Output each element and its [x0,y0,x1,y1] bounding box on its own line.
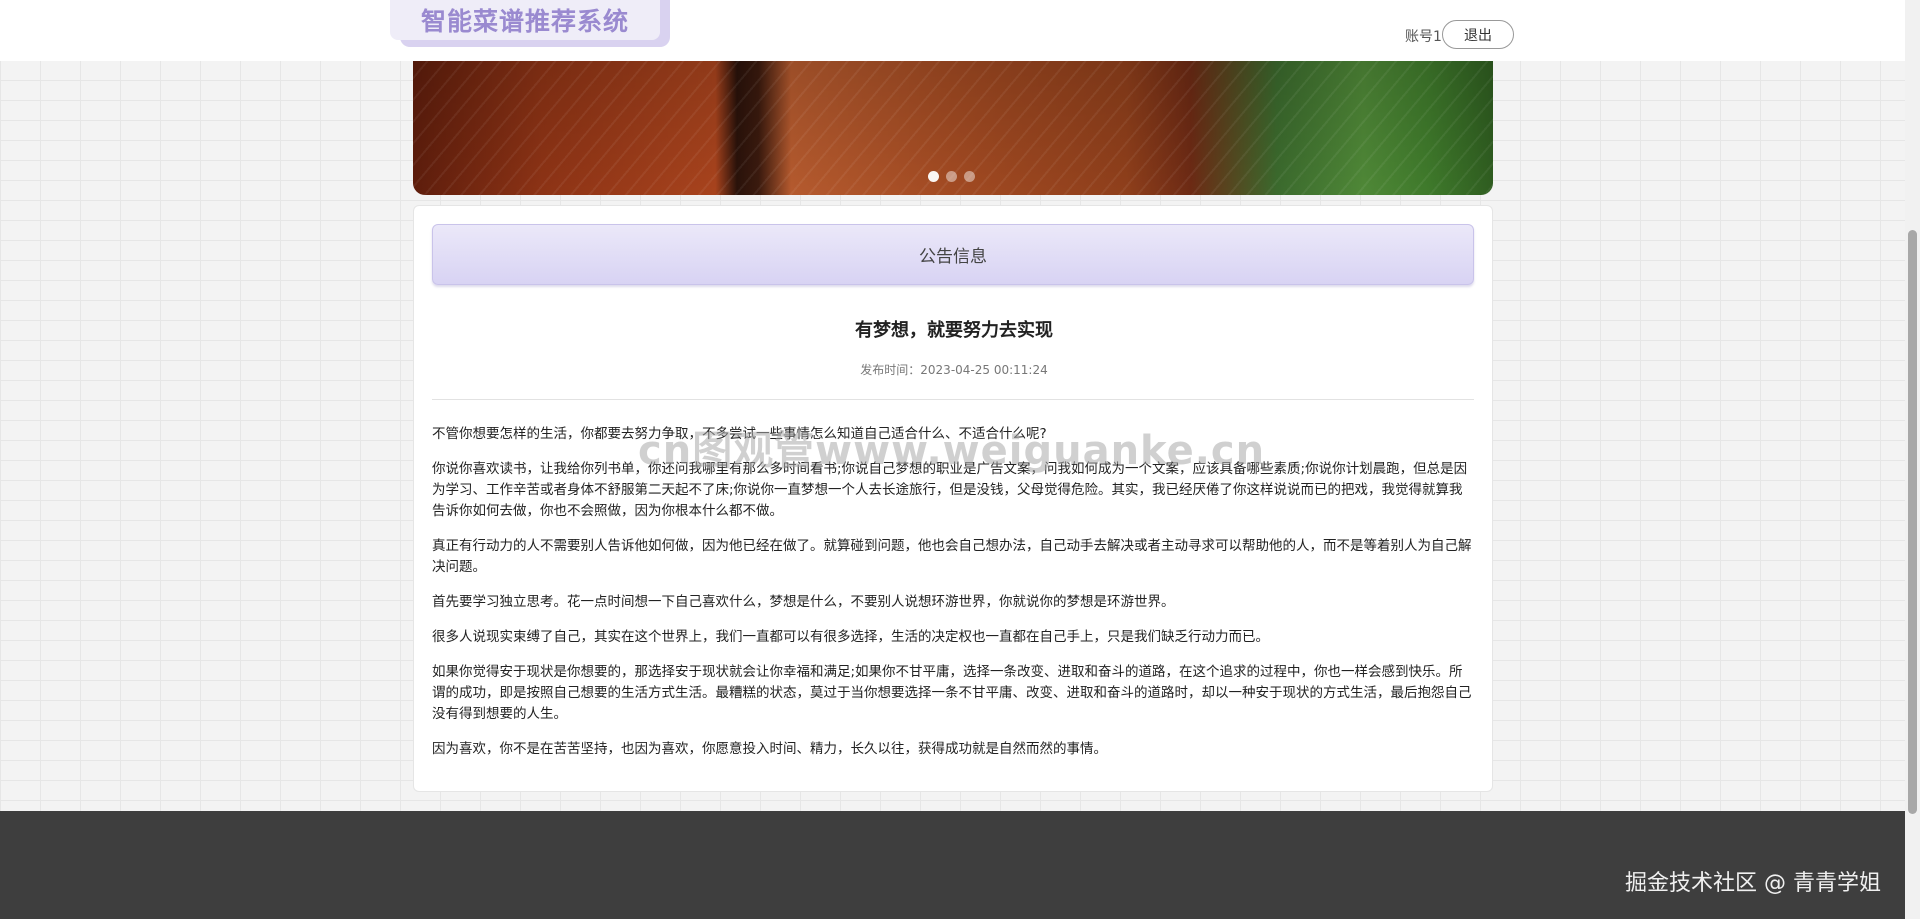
article-paragraph: 真正有行动力的人不需要别人告诉他如何做，因为他已经在做了。就算碰到问题，他也会自… [432,538,1472,575]
article-title: 有梦想，就要努力去实现 [855,320,1053,341]
carousel-dot-2[interactable] [946,171,957,182]
article-paragraph: 首先要学习独立思考。花一点时间想一下自己喜欢什么，梦想是什么，不要别人说想环游世… [432,594,1175,610]
publish-time-value: 2023-04-25 00:11:24 [920,363,1048,377]
carousel-dot-3[interactable] [964,171,975,182]
page-scrollbar[interactable] [1905,0,1920,919]
article-paragraph: 很多人说现实束缚了自己，其实在这个世界上，我们一直都可以有很多选择，生活的决定权… [432,629,1269,645]
publish-time-label: 发布时间： [860,363,921,377]
top-header: 智能菜谱推荐系统 账号1 退出 [0,0,1905,61]
logout-button[interactable]: 退出 [1442,20,1514,49]
notice-section-header: 公告信息 [432,224,1474,285]
image-carousel[interactable] [413,55,1493,195]
site-logo[interactable]: 智能菜谱推荐系统 [390,0,660,40]
carousel-dot-1[interactable] [928,171,939,182]
scrollbar-thumb[interactable] [1908,230,1917,814]
site-title: 智能菜谱推荐系统 [420,7,629,36]
article-paragraph: 如果你觉得安于现状是你想要的，那选择安于现状就会让你幸福和满足;如果你不甘平庸，… [432,664,1472,722]
account-name: 账号1 [1405,29,1442,45]
notice-card: 公告信息 有梦想，就要努力去实现 发布时间：2023-04-25 00:11:2… [413,205,1493,792]
article-paragraph: 因为喜欢，你不是在苦苦坚持，也因为喜欢，你愿意投入时间、精力，长久以往，获得成功… [432,741,1107,757]
carousel-indicators [928,171,975,182]
article-publish-time: 发布时间：2023-04-25 00:11:24 [414,361,1494,378]
watermark: cn图观管www.weiguanke.cn [638,428,1266,474]
page-footer: 掘金技术社区 @ 青青学姐 [0,811,1905,919]
footer-credit: 掘金技术社区 @ 青青学姐 [1625,871,1881,896]
article-body: 不管你想要怎样的生活，你都要去努力争取，不多尝试一些事情怎么知道自己适合什么、不… [432,424,1474,774]
divider [432,399,1474,400]
